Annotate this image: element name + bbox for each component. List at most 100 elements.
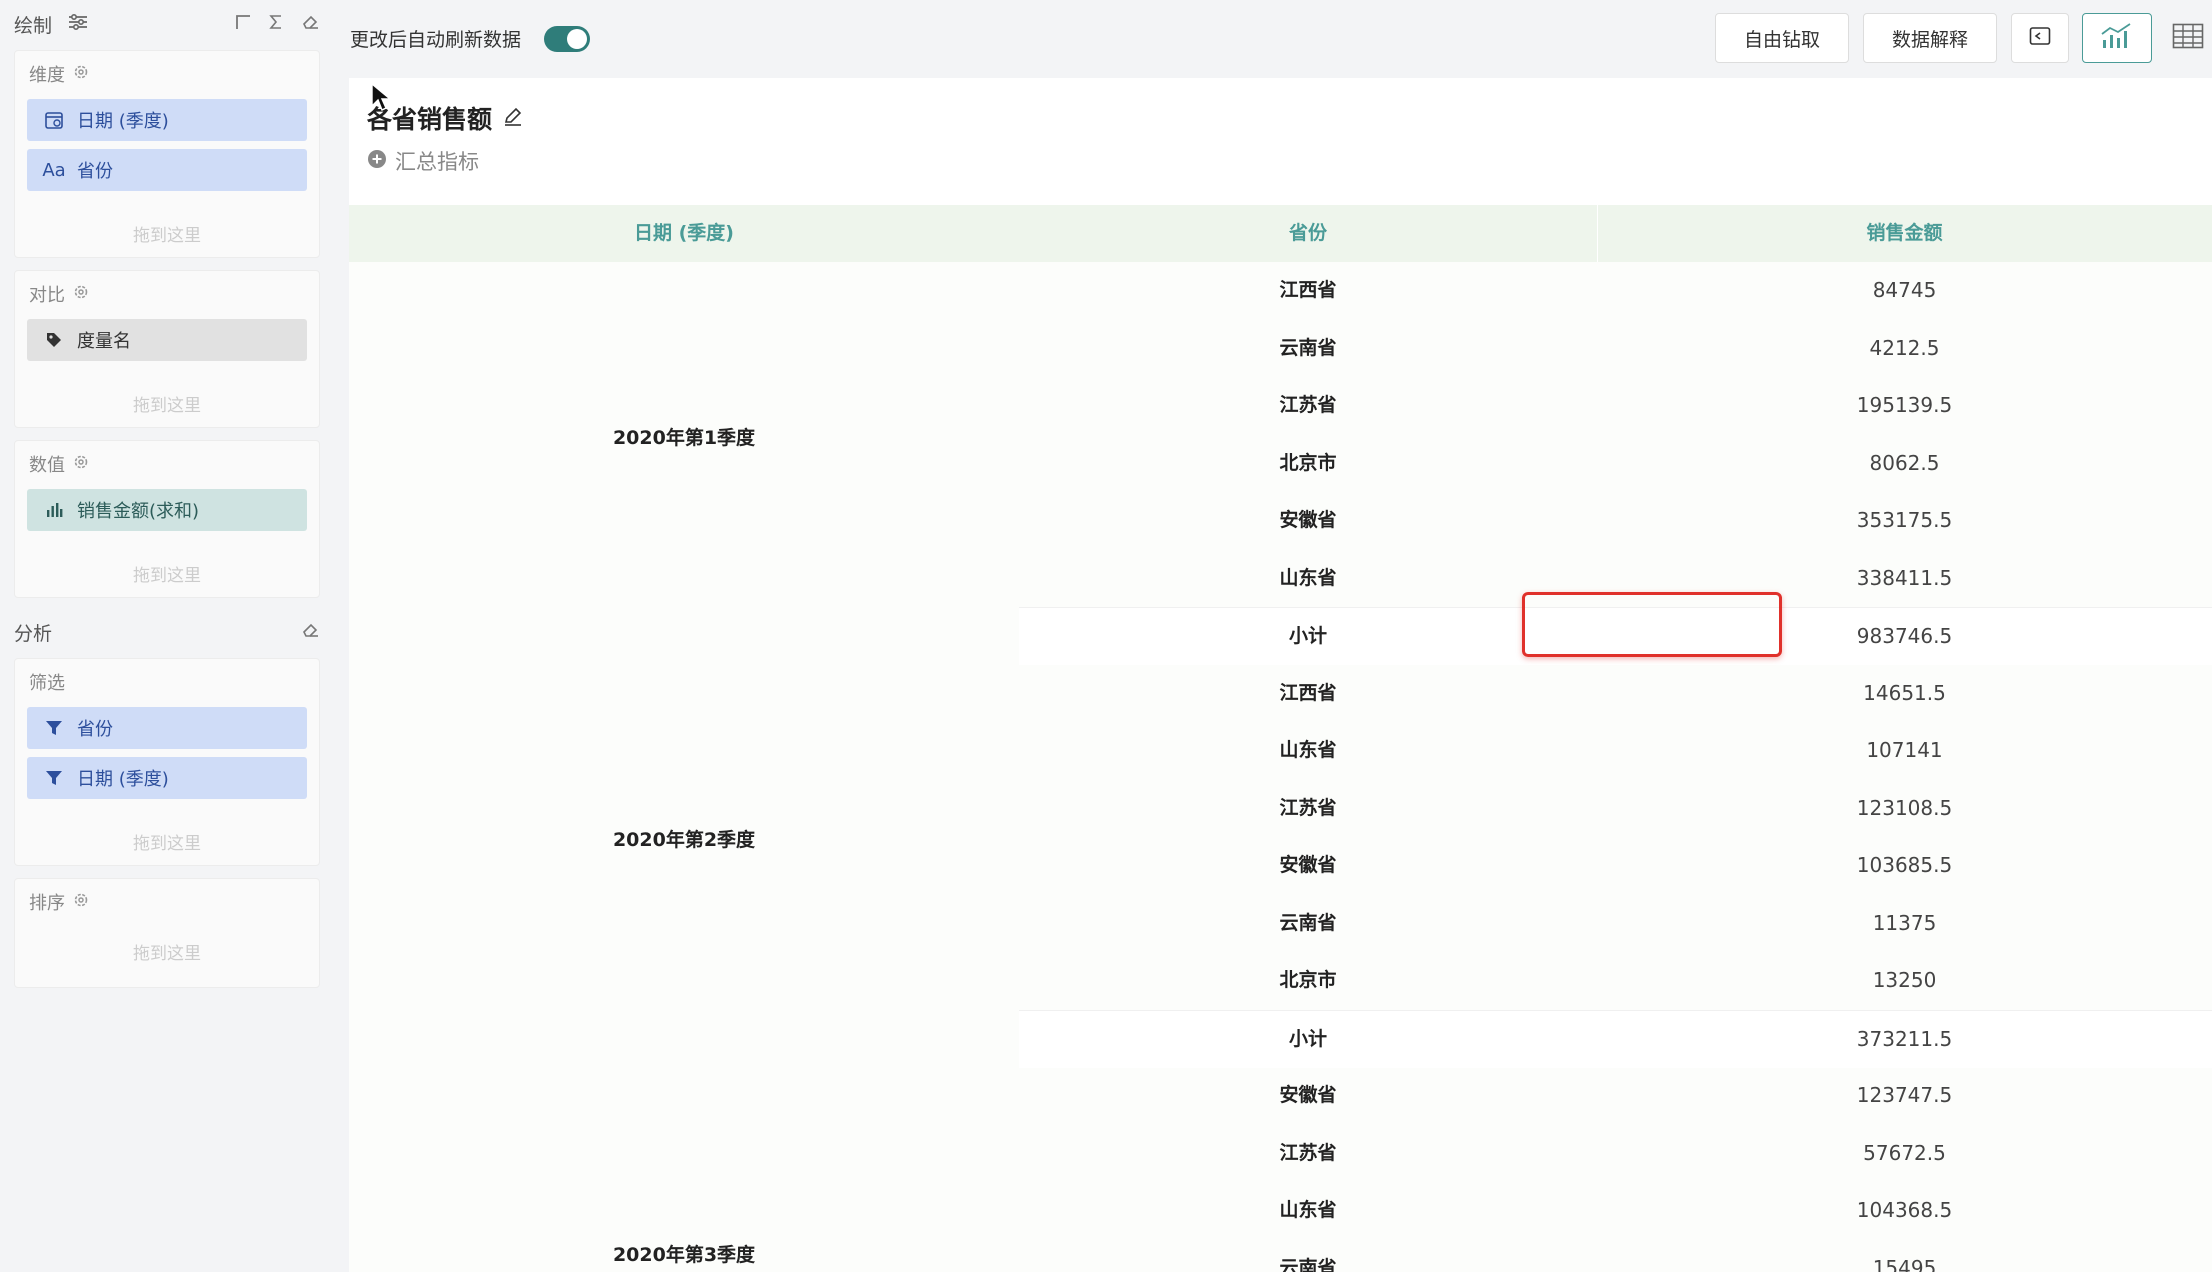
table-row[interactable]: 江西省84745 — [1019, 262, 2212, 319]
eraser-icon[interactable] — [301, 13, 319, 35]
date-group-cell: 2020年第2季度 — [349, 665, 1019, 1010]
table-row[interactable]: 北京市13250 — [1019, 952, 2212, 1009]
filter-pill-date[interactable]: 日期 (季度) — [27, 757, 307, 799]
table-header: 日期 (季度) 省份 销售金额 — [349, 205, 2212, 262]
table-row[interactable]: 云南省4212.5 — [1019, 320, 2212, 377]
table-row[interactable]: 安徽省353175.5 — [1019, 492, 2212, 549]
table-row[interactable]: 江苏省195139.5 — [1019, 377, 2212, 434]
table-grid-icon — [2172, 23, 2204, 54]
free-drill-button[interactable]: 自由钻取 — [1715, 13, 1849, 63]
eraser-icon[interactable] — [301, 621, 319, 643]
dimension-drop-zone[interactable]: 拖到这里 — [15, 221, 319, 246]
auto-refresh-toggle[interactable] — [544, 26, 590, 52]
subtotal-label: 小计 — [1019, 608, 1597, 665]
province-cell: 安徽省 — [1019, 492, 1597, 549]
table-row[interactable]: 北京市8062.5 — [1019, 435, 2212, 492]
table-row[interactable]: 安徽省103685.5 — [1019, 837, 2212, 894]
settings-sliders-icon[interactable] — [68, 13, 88, 35]
gear-icon[interactable] — [73, 454, 89, 475]
table-view-button[interactable] — [2164, 13, 2212, 63]
date-group-cell: 2020年第3季度 — [349, 1067, 1019, 1272]
filter-drop-zone[interactable]: 拖到这里 — [15, 829, 319, 854]
add-summary-metric-label: 汇总指标 — [395, 146, 479, 176]
sales-amount-cell: 15495 — [1597, 1240, 2212, 1272]
province-cell: 云南省 — [1019, 1240, 1597, 1272]
table-row[interactable]: 云南省11375 — [1019, 895, 2212, 952]
mouse-cursor-icon — [370, 82, 392, 116]
data-explain-button[interactable]: 数据解释 — [1863, 13, 1997, 63]
filter-funnel-icon — [41, 769, 67, 787]
header-divider — [1597, 205, 1598, 262]
dimension-pill-date[interactable]: 日期 (季度) — [27, 99, 307, 141]
table-row[interactable]: 山东省107141 — [1019, 722, 2212, 779]
table-row[interactable]: 江苏省57672.5 — [1019, 1125, 2212, 1182]
value-drop-zone[interactable]: 拖到这里 — [15, 561, 319, 586]
analysis-section-title: 分析 — [14, 619, 52, 646]
gear-icon[interactable] — [73, 284, 89, 305]
add-summary-metric[interactable]: 汇总指标 — [367, 146, 479, 176]
column-header-sales[interactable]: 销售金额 — [1597, 205, 2212, 262]
draw-section-header: 绘制 — [14, 4, 319, 44]
sales-amount-cell: 4212.5 — [1597, 320, 2212, 377]
calendar-icon — [41, 110, 67, 130]
gear-icon[interactable] — [73, 64, 89, 85]
dimension-card-title: 维度 — [29, 61, 65, 87]
value-card-header: 数值 — [29, 451, 89, 477]
sort-card-header: 排序 — [29, 889, 89, 915]
sales-amount-cell: 103685.5 — [1597, 837, 2212, 894]
sort-card-title: 排序 — [29, 889, 65, 915]
draw-section-title: 绘制 — [14, 11, 52, 38]
filter-pill-province-label: 省份 — [77, 715, 113, 741]
date-group-label: 2020年第2季度 — [349, 825, 1019, 852]
subtotal-row[interactable]: 小计373211.5 — [1019, 1010, 2212, 1068]
value-pill-sales-sum[interactable]: 销售金额(求和) — [27, 489, 307, 531]
sort-drop-zone[interactable]: 拖到这里 — [15, 939, 319, 964]
sales-amount-cell: 14651.5 — [1597, 665, 2212, 722]
toggle-knob — [567, 29, 587, 49]
filter-pill-province[interactable]: 省份 — [27, 707, 307, 749]
table-row[interactable]: 安徽省123747.5 — [1019, 1067, 2212, 1124]
table-body: 江西省84745云南省4212.5江苏省195139.5北京市8062.5安徽省… — [349, 262, 2212, 1272]
subtotal-highlight-box — [1522, 592, 1782, 657]
province-cell: 山东省 — [1019, 550, 1597, 607]
province-cell: 江苏省 — [1019, 1125, 1597, 1182]
filter-funnel-icon — [41, 719, 67, 737]
code-view-button[interactable] — [2011, 13, 2069, 63]
sales-amount-cell: 195139.5 — [1597, 377, 2212, 434]
compare-card-header: 对比 — [29, 281, 89, 307]
gear-icon[interactable] — [73, 892, 89, 913]
sum-icon[interactable] — [269, 13, 283, 35]
table-row[interactable]: 云南省15495 — [1019, 1240, 2212, 1272]
sales-amount-cell: 107141 — [1597, 722, 2212, 779]
table-row[interactable]: 江西省14651.5 — [1019, 665, 2212, 722]
filter-card: 筛选 省份 日期 (季度) 拖到这里 — [14, 658, 320, 866]
compare-card: 对比 度量名 拖到这里 — [14, 270, 320, 428]
chart-view-button[interactable] — [2082, 13, 2152, 63]
value-pill-label: 销售金额(求和) — [77, 497, 199, 523]
plus-circle-icon — [367, 149, 387, 174]
value-card: 数值 销售金额(求和) 拖到这里 — [14, 440, 320, 598]
dimension-pill-province[interactable]: Aa 省份 — [27, 149, 307, 191]
chart-content: 各省销售额 汇总指标 日期 (季度) 省份 销售金额 江西省84745云南省42… — [349, 78, 2212, 1270]
auto-refresh-label: 更改后自动刷新数据 — [350, 25, 521, 52]
province-cell: 云南省 — [1019, 320, 1597, 377]
column-header-province[interactable]: 省份 — [1019, 205, 1597, 262]
sales-amount-cell: 13250 — [1597, 952, 2212, 1009]
code-window-icon — [2029, 26, 2051, 51]
corner-icon[interactable] — [235, 13, 251, 35]
sales-amount-cell: 353175.5 — [1597, 492, 2212, 549]
subtotal-label: 小计 — [1019, 1011, 1597, 1068]
table-row[interactable]: 江苏省123108.5 — [1019, 780, 2212, 837]
province-cell: 北京市 — [1019, 952, 1597, 1009]
main-area: 更改后自动刷新数据 自由钻取 数据解释 各省销售额 — [349, 0, 2212, 1270]
bar-line-chart-icon — [2100, 22, 2134, 55]
analysis-section-header: 分析 — [14, 612, 319, 652]
pencil-edit-icon[interactable] — [502, 104, 524, 133]
compare-drop-zone[interactable]: 拖到这里 — [15, 391, 319, 416]
filter-pill-date-label: 日期 (季度) — [77, 765, 169, 791]
sales-amount-cell: 8062.5 — [1597, 435, 2212, 492]
column-header-date[interactable]: 日期 (季度) — [349, 205, 1019, 262]
compare-pill-measure-name[interactable]: 度量名 — [27, 319, 307, 361]
dimension-card: 维度 日期 (季度) Aa 省份 拖到这里 — [14, 50, 320, 258]
table-row[interactable]: 山东省104368.5 — [1019, 1182, 2212, 1239]
